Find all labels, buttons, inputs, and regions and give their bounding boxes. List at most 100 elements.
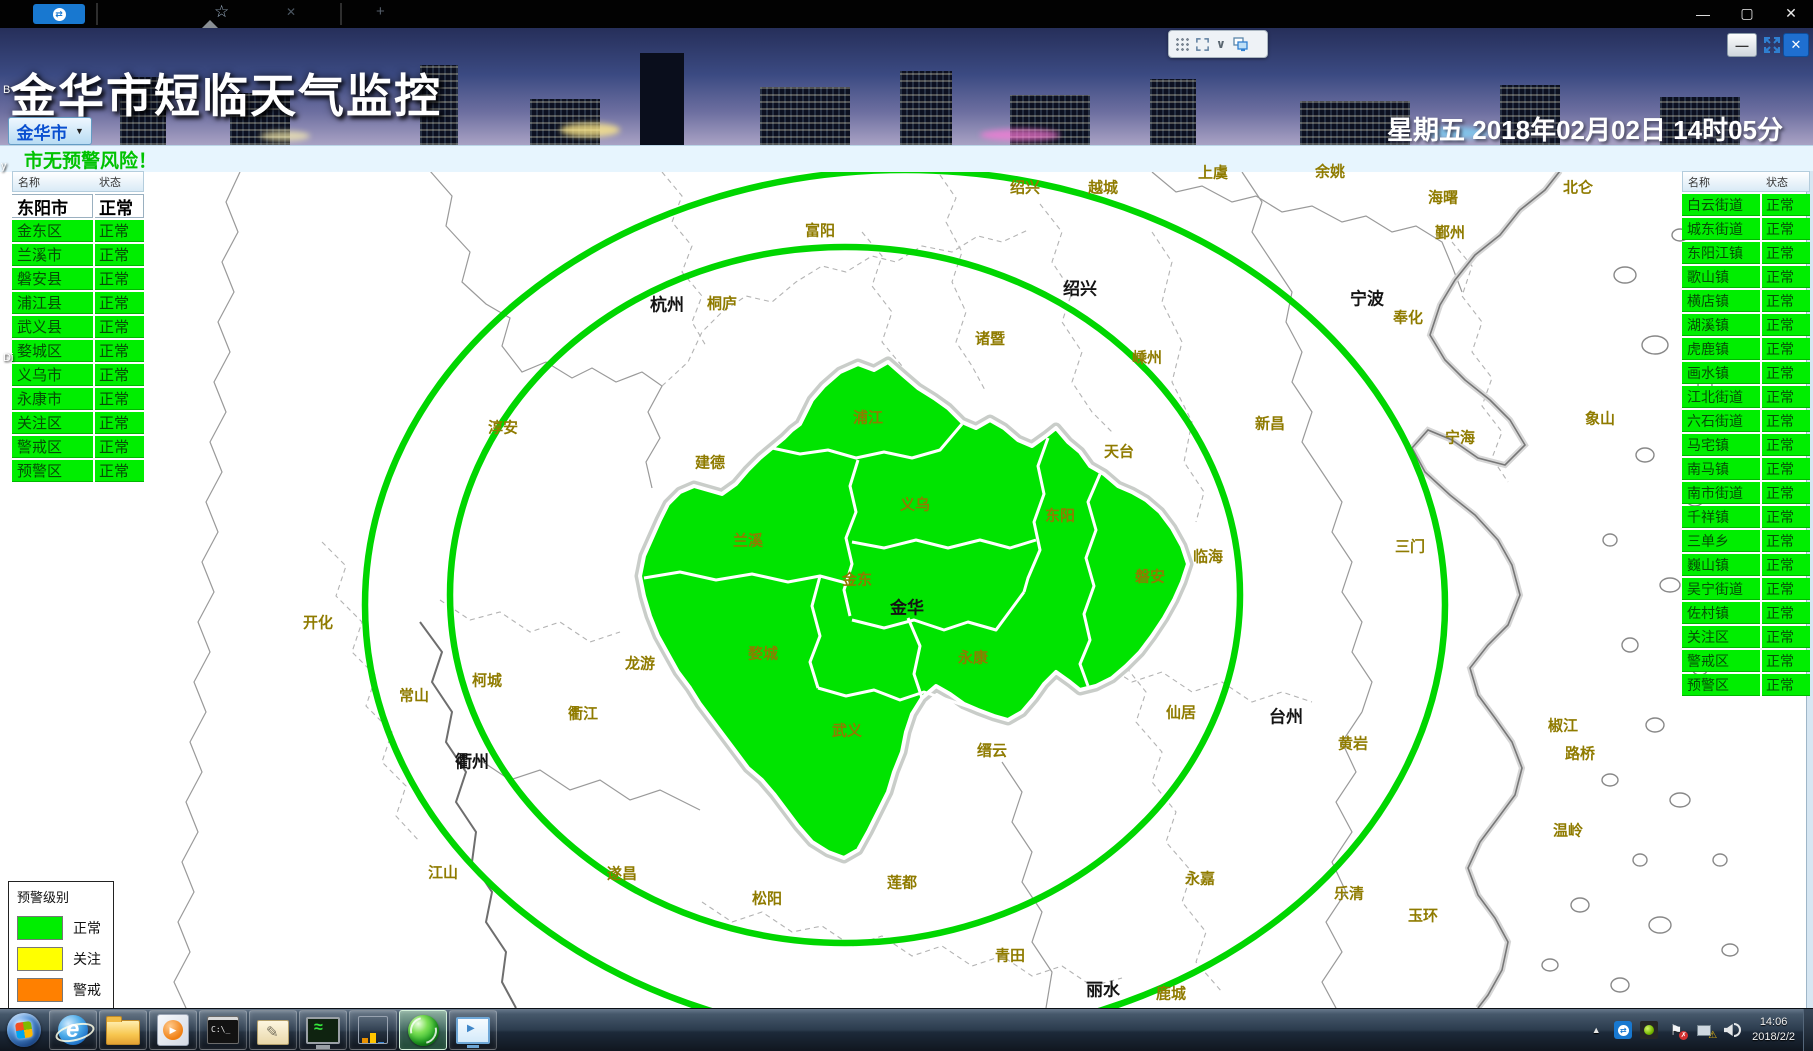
table-row[interactable]: 婺城区 正常: [12, 340, 144, 362]
expand-icon[interactable]: [1195, 37, 1210, 52]
desktop-icon-label-fragment: y: [1, 160, 7, 172]
row-status: 正常: [1762, 458, 1810, 480]
table-row[interactable]: 南马镇 正常: [1682, 458, 1810, 480]
row-status: 正常: [1762, 602, 1810, 624]
legend-item: 关注: [17, 943, 113, 974]
table-row[interactable]: 吴宁街道 正常: [1682, 578, 1810, 600]
map-city-label: 杭州: [650, 291, 684, 316]
map-label: 嵊州: [1132, 347, 1162, 368]
network-warning-icon[interactable]: [1694, 1020, 1714, 1040]
table-row[interactable]: 东阳市 正常: [12, 194, 144, 218]
app-icon: [207, 1016, 239, 1044]
map-label: 开化: [303, 612, 333, 633]
row-name: 磐安县: [12, 268, 93, 290]
table-body: 东阳市 正常 金东区 正常 兰溪市 正常 磐安县 正常 浦江县 正常 武义县 正…: [12, 194, 144, 482]
row-status: 正常: [1762, 554, 1810, 576]
table-row[interactable]: 浦江县 正常: [12, 292, 144, 314]
table-row[interactable]: 关注区 正常: [12, 412, 144, 434]
table-row[interactable]: 预警区 正常: [1682, 674, 1810, 696]
app-resize-arrows-icon[interactable]: [1761, 34, 1783, 55]
legend-item-label: 警戒: [73, 980, 101, 1000]
table-row[interactable]: 关注区 正常: [1682, 626, 1810, 648]
map-label: 新昌: [1255, 413, 1285, 434]
row-status: 正常: [1762, 650, 1810, 672]
taskbar-command-prompt[interactable]: [199, 1010, 247, 1050]
window-close-button[interactable]: ✕: [1769, 0, 1813, 27]
table-row[interactable]: 金东区 正常: [12, 220, 144, 242]
grid-icon[interactable]: [1175, 37, 1189, 51]
tray-hidden-icons-arrow[interactable]: [1586, 1020, 1606, 1040]
tab-close-icon[interactable]: ✕: [286, 5, 296, 19]
table-row[interactable]: 城东街道 正常: [1682, 218, 1810, 240]
table-row[interactable]: 警戒区 正常: [12, 436, 144, 458]
map-label: 越城: [1088, 177, 1118, 198]
table-row[interactable]: 歌山镇 正常: [1682, 266, 1810, 288]
row-name: 虎鹿镇: [1682, 338, 1760, 360]
table-row[interactable]: 南市街道 正常: [1682, 482, 1810, 504]
table-row[interactable]: 画水镇 正常: [1682, 362, 1810, 384]
volume-icon[interactable]: [1722, 1020, 1742, 1040]
table-row[interactable]: 警戒区 正常: [1682, 650, 1810, 672]
table-row[interactable]: 江北街道 正常: [1682, 386, 1810, 408]
map-label: 路桥: [1565, 743, 1595, 764]
map-label: 柯城: [472, 670, 502, 691]
table-row[interactable]: 白云街道 正常: [1682, 194, 1810, 216]
table-row[interactable]: 湖溪镇 正常: [1682, 314, 1810, 336]
table-row[interactable]: 虎鹿镇 正常: [1682, 338, 1810, 360]
teamviewer-tab-icon[interactable]: [33, 4, 85, 24]
table-row[interactable]: 永康市 正常: [12, 388, 144, 410]
taskbar-dev-tools[interactable]: [249, 1010, 297, 1050]
row-status: 正常: [95, 460, 144, 482]
table-row[interactable]: 预警区 正常: [12, 460, 144, 482]
table-row[interactable]: 千祥镇 正常: [1682, 506, 1810, 528]
skyline-building: [900, 71, 952, 145]
table-header: 名称 状态: [1682, 171, 1810, 192]
table-row[interactable]: 兰溪市 正常: [12, 244, 144, 266]
start-button[interactable]: [1, 1011, 47, 1049]
teamviewer-tray-icon[interactable]: [1614, 1021, 1632, 1039]
taskbar-weather-monitor[interactable]: [399, 1010, 447, 1050]
map-city-label: 宁波: [1350, 285, 1384, 310]
legend-item-label: 正常: [73, 918, 101, 938]
city-selector-label: 金华市: [9, 119, 75, 144]
monitors-icon[interactable]: [1232, 36, 1250, 52]
table-row[interactable]: 磐安县 正常: [12, 268, 144, 290]
table-row[interactable]: 六石街道 正常: [1682, 410, 1810, 432]
app-close-button[interactable]: ✕: [1783, 33, 1809, 57]
taskbar-system-monitor[interactable]: [299, 1010, 347, 1050]
taskbar-chart-app[interactable]: [349, 1010, 397, 1050]
map-label: 金东: [842, 569, 872, 590]
table-row[interactable]: 三单乡 正常: [1682, 530, 1810, 552]
table-row[interactable]: 武义县 正常: [12, 316, 144, 338]
table-row[interactable]: 义乌市 正常: [12, 364, 144, 386]
nvidia-tray-icon[interactable]: [1640, 1021, 1658, 1039]
chevron-down-icon[interactable]: ∨: [1216, 39, 1226, 49]
map-label: 义乌: [900, 494, 930, 515]
new-tab-icon[interactable]: +: [376, 3, 385, 20]
taskbar-internet-explorer[interactable]: [49, 1010, 97, 1050]
city-lights: [560, 123, 620, 137]
window-minimize-button[interactable]: —: [1681, 0, 1725, 27]
city-selector-dropdown[interactable]: 金华市 ▼: [8, 117, 92, 145]
active-tab-pointer: [202, 20, 218, 28]
table-row[interactable]: 马宅镇 正常: [1682, 434, 1810, 456]
app-minimize-button[interactable]: —: [1727, 33, 1757, 57]
window-maximize-button[interactable]: ▢: [1725, 0, 1769, 27]
table-row[interactable]: 巍山镇 正常: [1682, 554, 1810, 576]
row-status: 正常: [1762, 242, 1810, 264]
clock-date: 2018/2/2: [1752, 1030, 1795, 1045]
taskbar-screen-player[interactable]: [449, 1010, 497, 1050]
row-name: 预警区: [1682, 674, 1760, 696]
favorites-star-icon[interactable]: ☆: [214, 2, 229, 22]
taskbar-clock[interactable]: 14:06 2018/2/2: [1752, 1015, 1795, 1045]
row-status: 正常: [95, 194, 144, 218]
show-desktop-button[interactable]: [1803, 1009, 1813, 1051]
row-name: 永康市: [12, 388, 93, 410]
row-name: 浦江县: [12, 292, 93, 314]
taskbar-media-player[interactable]: [149, 1010, 197, 1050]
action-center-flag-icon[interactable]: [1666, 1020, 1686, 1040]
table-row[interactable]: 佐村镇 正常: [1682, 602, 1810, 624]
taskbar-file-explorer[interactable]: [99, 1010, 147, 1050]
table-row[interactable]: 东阳江镇 正常: [1682, 242, 1810, 264]
table-row[interactable]: 横店镇 正常: [1682, 290, 1810, 312]
